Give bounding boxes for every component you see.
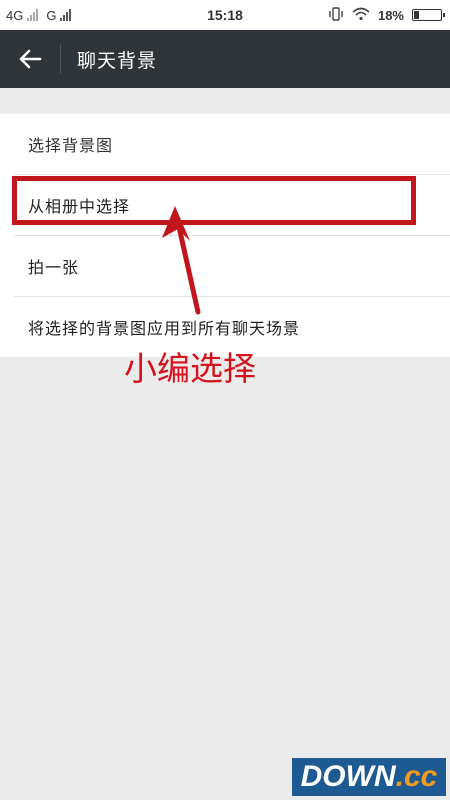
watermark-main: DOWN [300,760,396,793]
watermark-logo: DOWN. cc [292,758,446,796]
status-bar: 4G G 15:18 18% [0,0,450,30]
status-right: 18% [328,0,445,30]
page-title: 聊天背景 [77,49,158,72]
vibrate-icon [328,6,344,24]
back-button[interactable] [0,30,60,88]
app-bar: 聊天背景 [0,30,450,88]
wifi-icon [352,7,370,24]
settings-list: 选择背景图 从相册中选择 拍一张 将选择的背景图应用到所有聊天场景 [0,114,450,357]
watermark-dot: . [395,760,404,793]
list-item-label: 拍一张 [28,258,80,277]
battery-icon [412,9,445,21]
section-header: 选择背景图 [28,136,114,155]
app-bar-divider [60,44,61,74]
arrow-left-icon [19,49,42,69]
battery-percent: 18% [377,7,404,23]
list-item-label: 从相册中选择 [28,197,131,216]
take-photo-item[interactable]: 拍一张 [0,236,450,296]
choose-from-album-item[interactable]: 从相册中选择 [0,175,450,235]
annotation-label: 小编选择 [124,349,256,388]
battery-fill [414,11,419,19]
watermark-suffix: cc [403,760,438,793]
list-item-label: 将选择的背景图应用到所有聊天场景 [28,319,301,338]
